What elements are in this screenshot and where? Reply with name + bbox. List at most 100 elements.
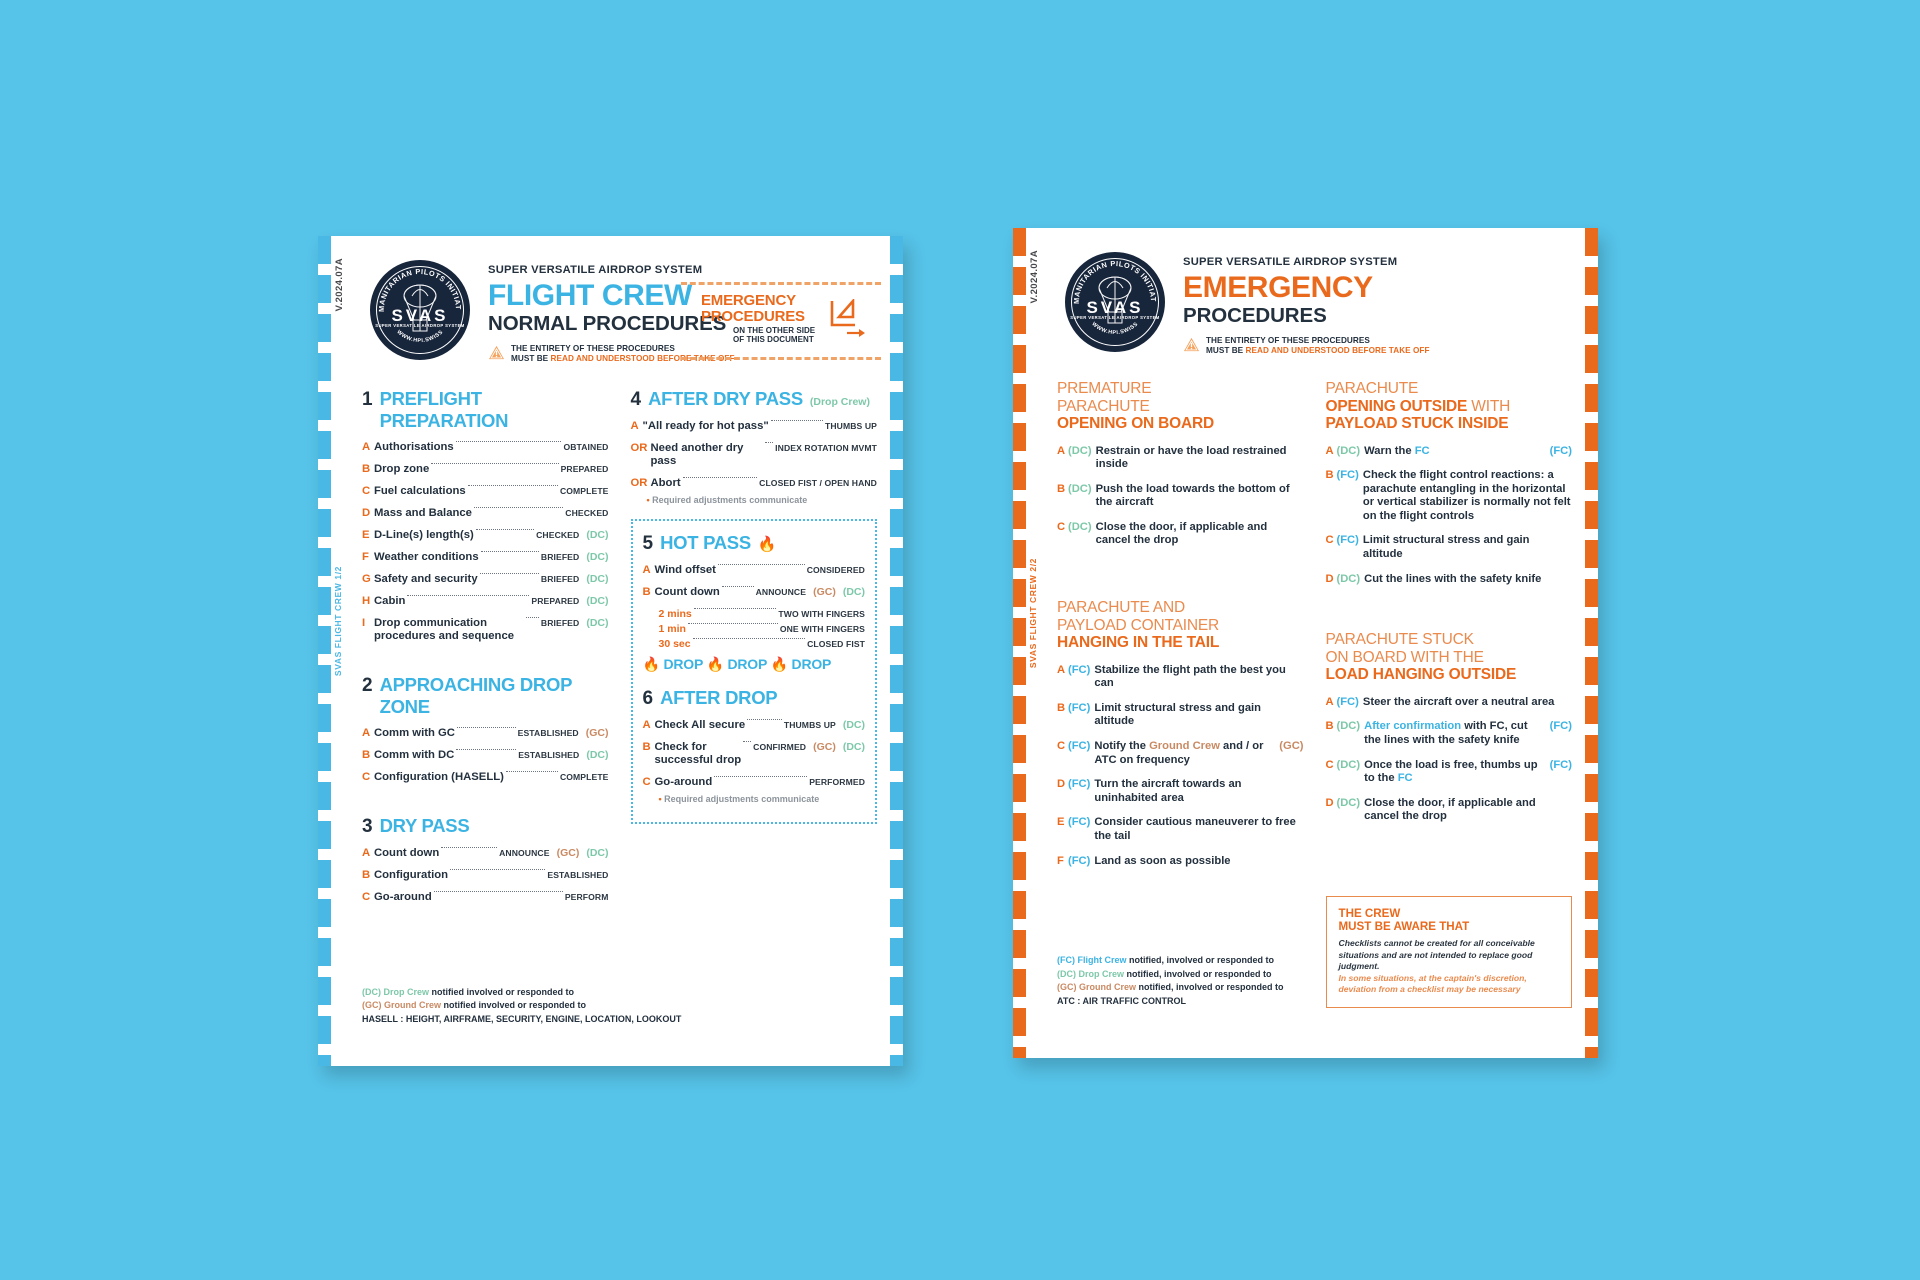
stripe-segment: [890, 782, 903, 810]
row-dots: [714, 776, 808, 777]
role-tag: (FC): [1549, 444, 1572, 457]
emergency-row[interactable]: D (DC) Close the door, if applicable and…: [1326, 797, 1573, 824]
checklist-row[interactable]: C Fuel calculations COMPLETE: [362, 485, 609, 498]
row-letter: B: [1325, 469, 1334, 482]
checklist-row[interactable]: A Check All secure THUMBS UP (DC): [642, 719, 865, 732]
emergency-row[interactable]: D (FC) Turn the aircraft towards an unin…: [1057, 778, 1304, 805]
row-text: Stabilize the flight path the best you c…: [1094, 663, 1286, 690]
section-rows: A (DC) Warn the FC (FC) B (FC) Check the …: [1326, 445, 1573, 587]
checklist-row[interactable]: B Drop zone PREPARED: [362, 463, 609, 476]
stripe-segment: [318, 899, 331, 927]
stripe-segment: [318, 938, 331, 966]
stripe-segment: [890, 860, 903, 888]
stripe-segment: [1585, 774, 1598, 802]
checklist-row[interactable]: I Drop communication procedures and sequ…: [362, 617, 609, 643]
checklist-row[interactable]: A Count down ANNOUNCE (GC) (DC): [362, 847, 609, 860]
emergency-flag-sub2: OF THIS DOCUMENT: [733, 335, 814, 345]
role-tag: (DC): [586, 617, 609, 629]
checklist-row[interactable]: A Comm with GC ESTABLISHED (GC): [362, 727, 609, 740]
stripe-segment: [1585, 696, 1598, 724]
stripe-segment: [318, 704, 331, 732]
bullet-text: Required adjustments communicate: [652, 495, 808, 505]
emergency-row[interactable]: A (DC) Restrain or have the load restrai…: [1057, 445, 1304, 472]
emergency-row[interactable]: C (FC) Notify the Ground Crew and / or A…: [1057, 740, 1304, 767]
stripe-segment: [1013, 813, 1026, 841]
emergency-flag-box[interactable]: EMERGENCY PROCEDURES ON THE OTHER SIDE O…: [681, 282, 881, 360]
section-header: 5 HOT PASS 🔥: [643, 532, 866, 555]
row-name: Need another dry pass: [650, 442, 744, 467]
checklist-row[interactable]: H Cabin PREPARED (DC): [362, 595, 609, 608]
emergency-row[interactable]: C (DC) Close the door, if applicable and…: [1057, 521, 1304, 548]
section-header: 6 AFTER DROP: [643, 687, 866, 710]
checklist-row[interactable]: C Go-around PERFORM: [362, 891, 609, 904]
checklist-row[interactable]: A "All ready for hot pass" THUMBS UP: [631, 420, 878, 433]
checklist-row[interactable]: C Go-around PERFORMED: [643, 776, 866, 789]
row-dots: [407, 595, 530, 596]
checklist-row[interactable]: B Configuration ESTABLISHED: [362, 869, 609, 882]
section-title-line1: PARACHUTE: [1325, 380, 1419, 397]
row-action: ANNOUNCE: [755, 587, 807, 597]
subrow-action: ONE WITH FINGERS: [779, 624, 865, 634]
row-name: Check for successful drop: [654, 741, 742, 766]
checklist-row[interactable]: G Safety and security BRIEFED (DC): [362, 573, 609, 586]
row-letter: C: [362, 485, 371, 497]
legend-hasell-label: HASELL :: [362, 1013, 404, 1024]
row-text: Close the door, if applicable and cancel…: [1095, 520, 1268, 547]
stripe-segment: [1013, 891, 1026, 919]
emergency-row[interactable]: B (DC) Push the load towards the bottom …: [1057, 483, 1304, 510]
row-text: Consider cautious maneuverer to free the…: [1094, 816, 1296, 842]
emergency-row[interactable]: D (DC) Cut the lines with the safety kni…: [1326, 573, 1573, 587]
emergency-row[interactable]: A (FC) Stabilize the flight path the bes…: [1057, 664, 1304, 691]
stripe-segment: [890, 704, 903, 732]
checklist-row[interactable]: A Authorisations OBTAINED: [362, 441, 609, 454]
row-action: BRIEFED: [540, 618, 580, 628]
emergency-row[interactable]: F (FC) Land as soon as possible: [1057, 855, 1304, 869]
checklist-row[interactable]: OR Need another dry pass INDEX ROTATION …: [631, 442, 878, 468]
emergency-row[interactable]: B (FC) Limit structural stress and gain …: [1057, 702, 1304, 729]
section-header: 1 PREFLIGHT PREPARATION: [362, 388, 609, 432]
legend-row-hasell: HASELL : HEIGHT, AIRFRAME, SECURITY, ENG…: [362, 1013, 681, 1027]
checklist-row[interactable]: B Check for successful drop CONFIRMED (GC…: [643, 741, 865, 767]
checklist-row[interactable]: F Weather conditions BRIEFED (DC): [362, 551, 609, 564]
stripe-segment: [1585, 267, 1598, 295]
stripe-segment: [1013, 1008, 1026, 1036]
row-action: BRIEFED: [540, 552, 580, 562]
warning-line1-right: THE ENTIRETY OF THESE PROCEDURES: [1206, 336, 1370, 345]
left-edge-stripe: [318, 236, 331, 1066]
row-letter: A: [642, 719, 651, 731]
checklist-row[interactable]: B Comm with DC ESTABLISHED (DC): [362, 749, 609, 762]
emergency-row[interactable]: A (DC) Warn the FC (FC): [1326, 445, 1573, 459]
left-card-columns: 1 PREFLIGHT PREPARATION A Authorisations…: [362, 388, 877, 1056]
version-code-left: V.2024.07A: [334, 258, 345, 312]
row-name: Mass and Balance: [374, 507, 472, 519]
subrow-dots: [693, 608, 777, 609]
section-rows: A (FC) Steer the aircraft over a neutral…: [1326, 696, 1573, 824]
section-number: 4: [630, 389, 642, 410]
superline-left: SUPER VERSATILE AIRDROP SYSTEM: [488, 264, 703, 276]
checklist-row[interactable]: OR Abort CLOSED FIST / OPEN HAND: [631, 477, 878, 490]
stripe-segment: [318, 548, 331, 576]
stripe-segment: [890, 977, 903, 1005]
stripe-segment: [890, 938, 903, 966]
emergency-row[interactable]: E (FC) Consider cautious maneuverer to f…: [1057, 816, 1304, 843]
row-role: (DC): [1068, 444, 1092, 457]
checklist-row[interactable]: E D-Line(s) length(s) CHECKED (DC): [362, 529, 609, 542]
checklist-row[interactable]: A Wind offset CONSIDERED: [643, 564, 866, 577]
emergency-row[interactable]: B (FC) Check the flight control reaction…: [1326, 469, 1573, 523]
emergency-row[interactable]: C (DC) Once the load is free, thumbs up …: [1326, 759, 1573, 786]
section-preflight-preparation: 1 PREFLIGHT PREPARATION A Authorisations…: [362, 388, 609, 643]
role-tag: (DC): [586, 595, 609, 607]
emergency-row[interactable]: C (FC) Limit structural stress and gain …: [1326, 534, 1573, 561]
checklist-row[interactable]: D Mass and Balance CHECKED: [362, 507, 609, 520]
stripe-segment: [1585, 423, 1598, 451]
emergency-row[interactable]: A (FC) Steer the aircraft over a neutral…: [1326, 696, 1573, 710]
checklist-row[interactable]: C Configuration (HASELL) COMPLETE: [362, 771, 609, 784]
svas-logo-left: HUMANITARIAN PILOTS INITIATIVE WWW.HPI.S…: [370, 260, 470, 360]
section-rows: A Check All secure THUMBS UP (DC) B Check…: [642, 719, 866, 789]
stripe-segment: [318, 665, 331, 693]
section-header: PARACHUTE STUCK ON BOARD WITH THE LOAD H…: [1326, 631, 1573, 684]
emergency-row[interactable]: B (DC) After confirmation with FC, cut t…: [1326, 720, 1573, 747]
checklist-row[interactable]: B Count down ANNOUNCE (GC) (DC): [643, 586, 865, 599]
row-dots: [456, 749, 517, 750]
row-role: (FC): [1336, 469, 1359, 482]
